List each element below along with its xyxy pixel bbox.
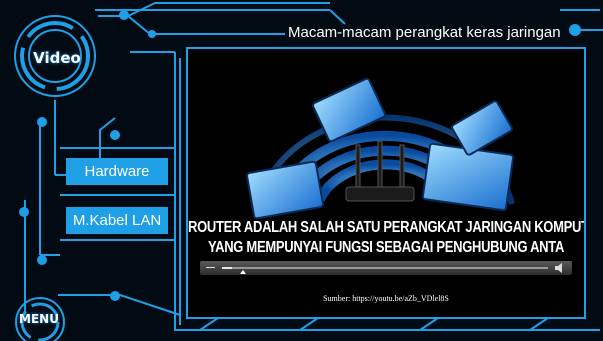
- seek-thumb[interactable]: [240, 270, 246, 274]
- source-credit: Sumber: https://youtu.be/aZb_VDlel8S: [323, 294, 449, 303]
- play-icon[interactable]: [206, 264, 216, 272]
- menu-button-label: MENU: [19, 312, 59, 326]
- hardware-button[interactable]: Hardware: [66, 158, 168, 185]
- page-title: Macam-macam perangkat keras jaringan: [288, 24, 561, 41]
- app-screen: Macam-macam perangkat keras jaringan Vid…: [0, 0, 603, 341]
- video-button-label: Video: [33, 49, 81, 67]
- caption-line-1: ROUTER ADALAH SALAH SATU PERANGKAT JARIN…: [188, 217, 586, 236]
- menu-button[interactable]: MENU: [14, 296, 64, 341]
- video-button[interactable]: Video: [13, 14, 97, 98]
- router-network-illustration: [246, 77, 515, 220]
- video-player[interactable]: ROUTER ADALAH SALAH SATU PERANGKAT JARIN…: [186, 47, 586, 319]
- kabel-lan-button[interactable]: M.Kabel LAN: [66, 207, 168, 234]
- volume-icon[interactable]: [554, 263, 566, 273]
- seek-bar[interactable]: [222, 267, 548, 269]
- seek-progress: [222, 267, 232, 269]
- caption-line-2: YANG MEMPUNYAI FUNGSI SEBAGAI PENGHUBUNG…: [207, 237, 565, 256]
- player-controls: [200, 261, 572, 275]
